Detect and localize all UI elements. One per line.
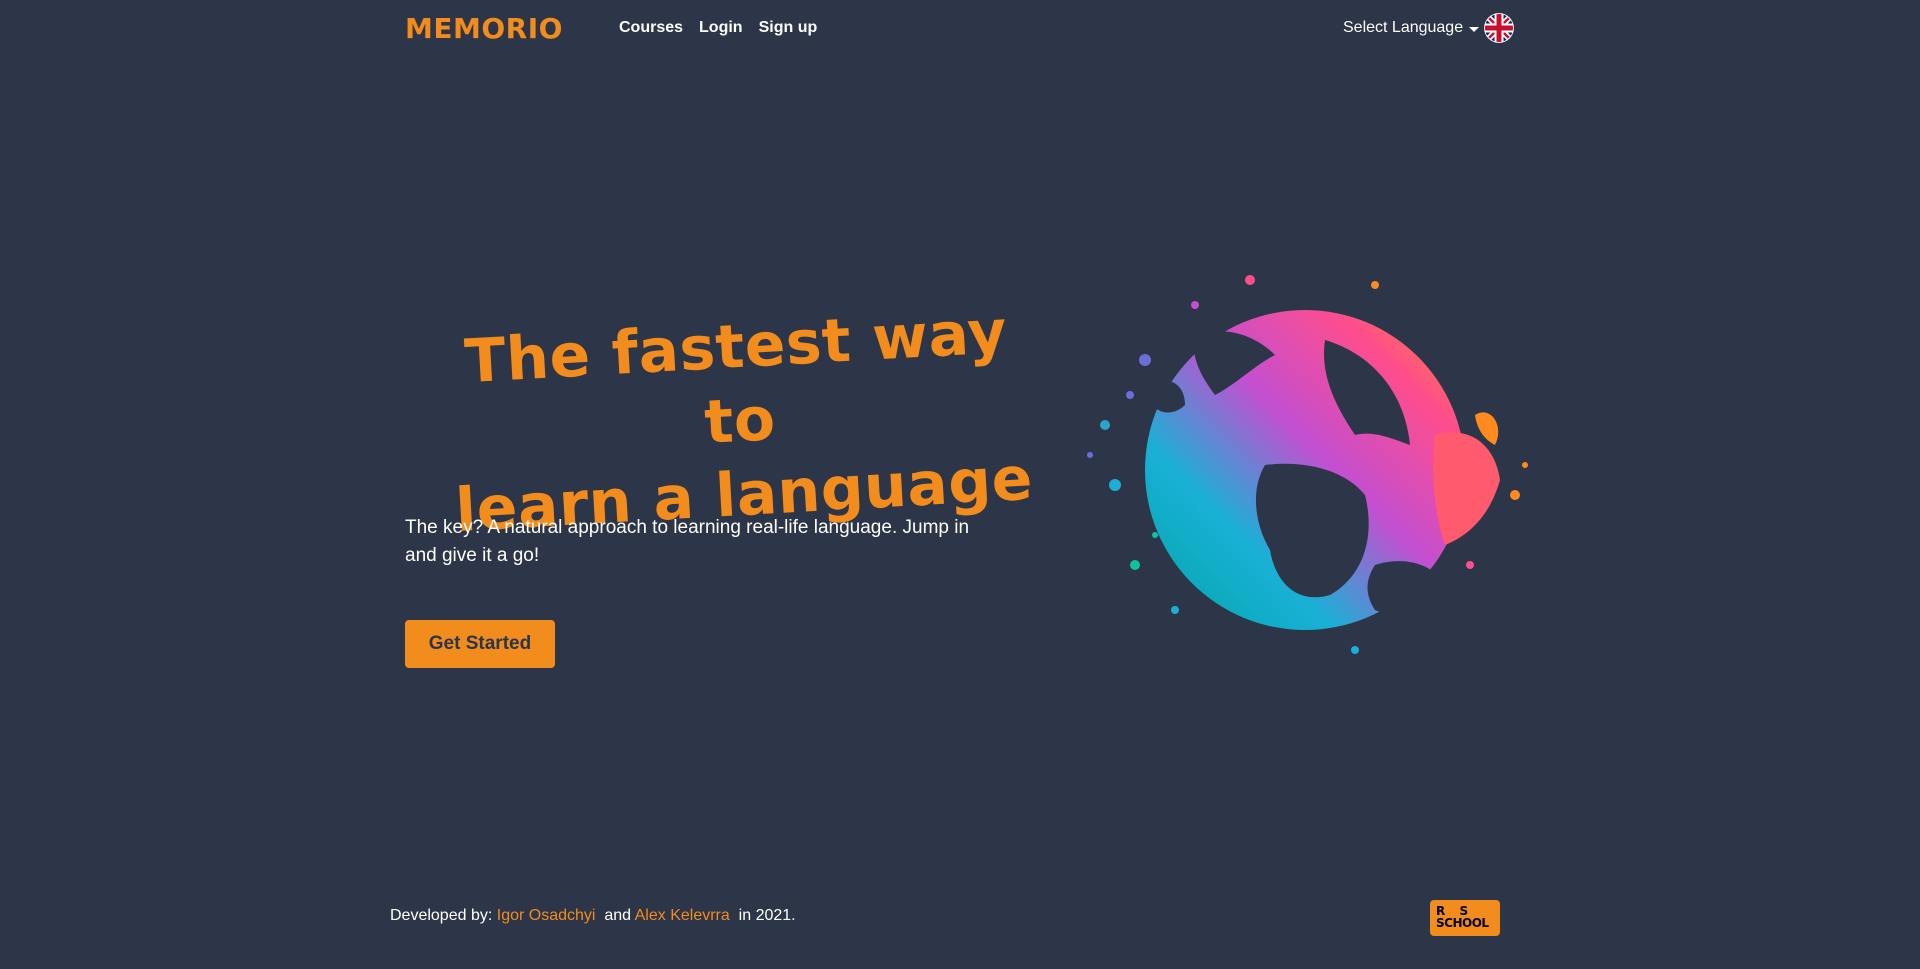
rs-school-logo-text: R S SCHOOL	[1436, 904, 1489, 930]
get-started-button[interactable]: Get Started	[405, 620, 555, 668]
footer: Developed by: Igor Osadchyi and Alex Kel…	[390, 907, 796, 925]
hero-subtitle-line2: and give it a go!	[405, 545, 540, 566]
brand-logo[interactable]: MEMORIO	[405, 12, 563, 45]
top-navbar: MEMORIO Courses Login Sign up Select Lan…	[0, 0, 1920, 58]
hero-subtitle: The key? A natural approach to learning …	[405, 514, 1005, 570]
hero-title-line1: The fastest way to	[462, 297, 1009, 458]
hero-title: The fastest way to learn a language	[424, 293, 1055, 549]
language-select[interactable]: Select Language	[1343, 19, 1480, 37]
rs-school-logo[interactable]: R S SCHOOL	[1430, 900, 1500, 936]
footer-connector: and	[604, 907, 632, 924]
nav-link-signup[interactable]: Sign up	[759, 19, 818, 37]
footer-suffix: in 2021.	[738, 907, 796, 924]
nav-link-courses[interactable]: Courses	[619, 19, 683, 37]
nav-links: Courses Login Sign up	[619, 19, 817, 37]
footer-prefix: Developed by:	[390, 907, 493, 924]
language-select-label: Select Language	[1343, 19, 1464, 36]
nav-link-login[interactable]: Login	[699, 19, 743, 37]
footer-author-link-2[interactable]: Alex Kelevrra	[635, 907, 730, 924]
uk-flag-icon[interactable]	[1484, 13, 1514, 43]
page: MEMORIO Courses Login Sign up Select Lan…	[0, 0, 1920, 969]
caret-down-icon	[1469, 26, 1480, 32]
globe-illustration	[1075, 265, 1535, 665]
hero-subtitle-line1: The key? A natural approach to learning …	[405, 517, 970, 538]
footer-author-link-1[interactable]: Igor Osadchyi	[497, 907, 596, 924]
